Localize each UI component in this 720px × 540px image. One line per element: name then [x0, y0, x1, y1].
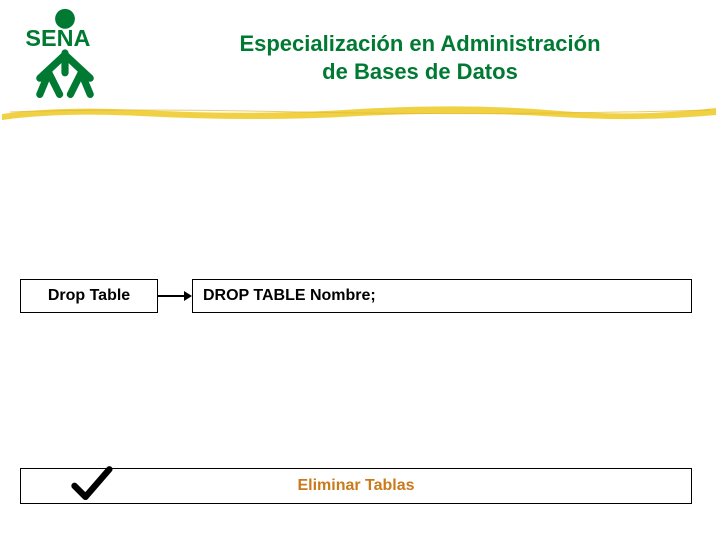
slide-title: Especialización en Administración de Bas… [160, 30, 680, 85]
arrow-right-icon [158, 288, 192, 304]
brush-underline-icon [0, 100, 720, 122]
checkmark-icon [21, 466, 161, 506]
command-syntax-box: DROP TABLE Nombre; [192, 279, 692, 313]
sena-logo-icon: SENA [20, 8, 110, 98]
sena-logo-text: SENA [25, 25, 90, 51]
title-line-2: de Bases de Datos [322, 59, 518, 84]
bottom-summary-box: Eliminar Tablas [20, 468, 692, 504]
bottom-summary-text: Eliminar Tablas [297, 477, 414, 495]
slide-header: SENA Especialización en Administración d… [0, 0, 720, 115]
sena-logo: SENA [20, 8, 110, 98]
command-syntax-text: DROP TABLE Nombre; [203, 287, 376, 304]
command-name-label: Drop Table [48, 287, 130, 304]
command-name-box: Drop Table [20, 279, 158, 313]
bottom-text-container: Eliminar Tablas [161, 477, 691, 495]
title-line-1: Especialización en Administración [239, 31, 600, 56]
